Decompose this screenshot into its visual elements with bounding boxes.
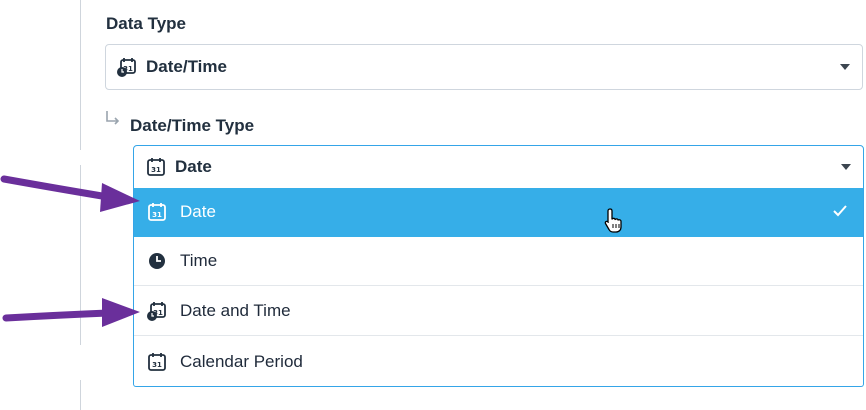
annotation-arrow-icon bbox=[0, 175, 140, 212]
left-guide-line bbox=[80, 380, 81, 410]
calendar-icon: 31 bbox=[146, 201, 168, 223]
datetime-type-value: Date bbox=[175, 157, 212, 176]
option-label: Date and Time bbox=[180, 301, 291, 320]
option-date[interactable]: 31 Date bbox=[134, 188, 863, 237]
svg-text:31: 31 bbox=[152, 211, 162, 219]
hand-pointer-cursor-icon bbox=[602, 207, 626, 240]
svg-text:31: 31 bbox=[152, 361, 162, 369]
data-type-label: Data Type bbox=[106, 14, 186, 33]
option-label: Date bbox=[180, 202, 216, 221]
checkmark-icon bbox=[831, 202, 849, 225]
chevron-down-icon[interactable] bbox=[841, 164, 851, 170]
sub-level-arrow-icon bbox=[104, 110, 122, 133]
option-date-and-time[interactable]: 31 Date and Time bbox=[134, 287, 863, 336]
annotation-arrow-icon bbox=[2, 298, 140, 327]
calendar-clock-icon: 31 bbox=[116, 56, 138, 78]
calendar-icon: 31 bbox=[146, 351, 168, 373]
data-type-select[interactable]: 31 Date/Time bbox=[105, 44, 863, 90]
option-label: Time bbox=[180, 251, 218, 270]
calendar-icon: 31 bbox=[145, 156, 167, 178]
clock-icon bbox=[146, 250, 168, 272]
left-guide-line bbox=[80, 0, 81, 150]
calendar-clock-icon: 31 bbox=[146, 300, 168, 322]
option-time[interactable]: Time bbox=[134, 237, 863, 286]
option-calendar-period[interactable]: 31 Calendar Period bbox=[134, 337, 863, 386]
data-type-value: Date/Time bbox=[146, 57, 227, 76]
datetime-type-dropdown: 31 Date Time 31 Date and Time 31 Calenda… bbox=[133, 188, 864, 387]
datetime-type-select[interactable]: 31 Date bbox=[133, 145, 864, 189]
svg-text:31: 31 bbox=[151, 166, 161, 174]
datetime-type-label: Date/Time Type bbox=[130, 116, 255, 135]
option-label: Calendar Period bbox=[180, 351, 303, 371]
chevron-down-icon[interactable] bbox=[840, 64, 850, 70]
